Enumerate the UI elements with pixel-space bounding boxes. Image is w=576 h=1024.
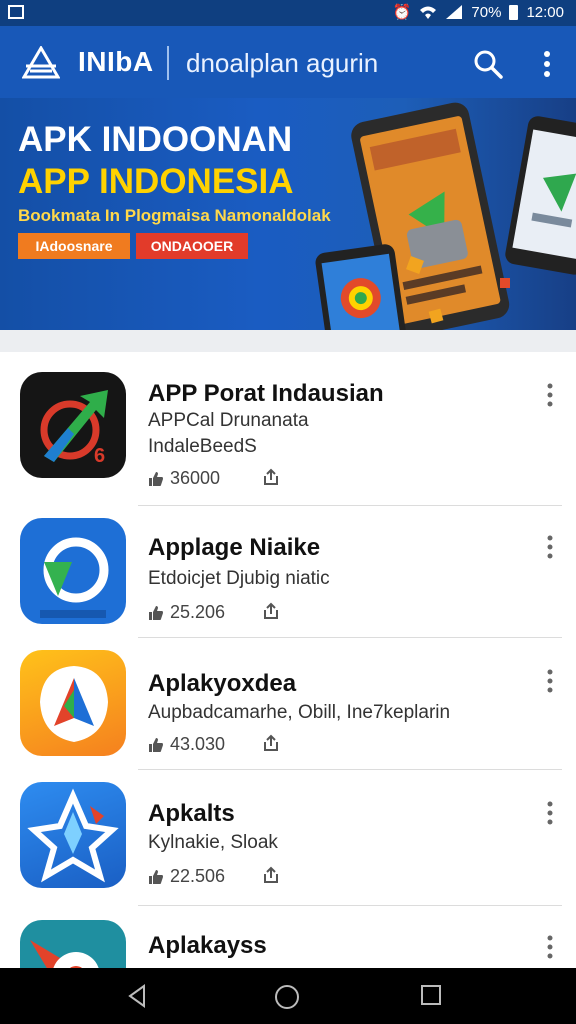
status-bar: ⏰ 70% 12:00 (0, 0, 576, 26)
list-item[interactable]: Apkalts Kylnakie, Sloak 22.506 (0, 770, 576, 906)
thumbs-up-icon (149, 869, 163, 884)
banner-title-line2: APP INDONESIA (18, 162, 294, 201)
item-menu-icon[interactable] (544, 934, 556, 960)
signal-icon (446, 5, 463, 19)
share-icon[interactable] (262, 866, 280, 884)
app-brand: INIbA (78, 46, 154, 77)
app-logo-icon (22, 46, 60, 79)
blue-star-app-icon[interactable] (20, 782, 126, 888)
list-item[interactable]: 6 APP Porat Indausian APPCal Drunanata I… (0, 352, 576, 506)
blue-refresh-app-icon[interactable] (20, 518, 126, 624)
svg-text:6: 6 (94, 445, 105, 467)
home-icon[interactable] (274, 984, 300, 1010)
green-arrow-app-icon[interactable]: 6 (20, 372, 126, 478)
app-description: APPCal Drunanata (148, 410, 309, 431)
section-gap (0, 330, 576, 352)
thumbs-up-icon (149, 737, 163, 752)
gallery-notification-icon (8, 5, 24, 19)
app-list: 6 APP Porat Indausian APPCal Drunanata I… (0, 352, 576, 968)
wifi-icon (420, 6, 437, 19)
orange-shield-app-icon[interactable] (20, 650, 126, 756)
item-menu-icon[interactable] (544, 800, 556, 826)
like-count: 25.206 (148, 602, 225, 623)
app-name: Apkalts (148, 800, 235, 827)
app-name: Applage Niaike (148, 534, 321, 561)
like-count-value: 36000 (170, 468, 221, 488)
like-count-value: 25.206 (170, 602, 226, 622)
list-item[interactable]: Aplakyoxdea Aupbadcamarhe, Obill, Ine7ke… (0, 638, 576, 770)
app-description-2: IndaleBeedS (148, 436, 257, 457)
search-icon[interactable] (472, 48, 504, 80)
battery-percent: 70% (471, 3, 502, 21)
app-description: Kylnakie, Sloak (148, 832, 278, 853)
like-count: 43.030 (148, 734, 225, 755)
like-count: 22.506 (148, 866, 225, 887)
app-name: Aplakayss (148, 932, 267, 959)
app-name: APP Porat Indausian (148, 380, 384, 407)
clock: 12:00 (526, 3, 564, 21)
app-description: Aupbadcamarhe, Obill, Ine7keplarin (148, 702, 451, 723)
share-icon[interactable] (262, 602, 280, 620)
app-bar: INIbA dnoalplan agurin (0, 26, 576, 98)
banner-tagline: Bookmata In Plogmaisa Namonaldolak (18, 206, 331, 225)
back-icon[interactable] (126, 984, 150, 1008)
status-icons: ⏰ 70% 12:00 (392, 3, 564, 22)
overflow-menu-icon[interactable] (538, 48, 556, 80)
promo-banner[interactable]: APK INDOONAN APP INDONESIA Bookmata In P… (0, 98, 576, 330)
list-item[interactable]: Aplakayss (0, 906, 576, 968)
like-count-value: 43.030 (170, 734, 226, 754)
red-compass-app-icon[interactable] (20, 920, 126, 968)
share-icon[interactable] (262, 468, 280, 486)
thumbs-up-icon (149, 605, 163, 620)
battery-icon (509, 4, 519, 20)
item-menu-icon[interactable] (544, 534, 556, 560)
system-nav-bar (0, 968, 576, 1024)
app-description: Etdoicjet Djubig niatic (148, 568, 330, 589)
title-divider (167, 46, 169, 80)
banner-button-primary[interactable]: IAdoosnare (18, 233, 130, 259)
recents-icon[interactable] (420, 984, 442, 1006)
app-name: Aplakyoxdea (148, 670, 297, 697)
app-subtitle: dnoalplan agurin (186, 48, 379, 78)
like-count: 36000 (148, 468, 220, 489)
alarm-icon: ⏰ (392, 4, 412, 21)
item-menu-icon[interactable] (544, 382, 556, 408)
banner-title-line1: APK INDOONAN (18, 120, 293, 159)
share-icon[interactable] (262, 734, 280, 752)
like-count-value: 22.506 (170, 866, 226, 886)
phones-illustration (315, 102, 576, 330)
item-menu-icon[interactable] (544, 668, 556, 694)
banner-button-secondary[interactable]: ONDAOOER (136, 233, 248, 259)
thumbs-up-icon (149, 471, 163, 486)
list-item[interactable]: Applage Niaike Etdoicjet Djubig niatic 2… (0, 506, 576, 638)
